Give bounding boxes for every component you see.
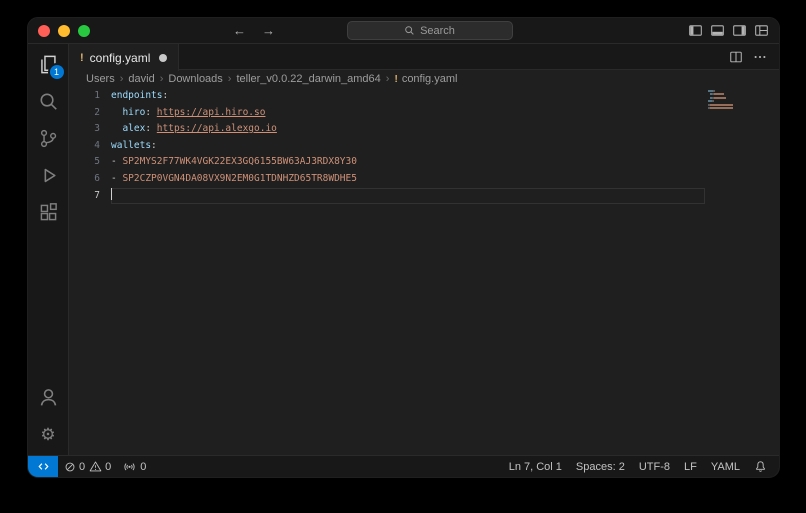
line-number: 7 [94, 189, 100, 201]
indentation-setting[interactable]: Spaces: 2 [569, 456, 632, 477]
sidebar-item-search[interactable] [28, 83, 69, 120]
editor-actions [729, 44, 779, 69]
language-mode[interactable]: YAML [704, 456, 747, 477]
breadcrumb-item[interactable]: david [128, 73, 154, 85]
tab-config-yaml[interactable]: ! config.yaml [69, 44, 180, 71]
toggle-sidebar-button[interactable] [688, 23, 703, 38]
close-window-button[interactable] [38, 24, 50, 37]
activity-bar: 1 ⚙ [28, 44, 69, 455]
code-line[interactable]: alex: https://api.alexgo.io [111, 121, 705, 138]
breadcrumb-item[interactable]: Downloads [168, 73, 222, 85]
line-number: 5 [94, 156, 100, 168]
chevron-right-icon: › [385, 73, 390, 85]
account-button[interactable] [28, 379, 69, 416]
editor-group: ! config.yaml Users › david › Downloads … [69, 44, 779, 455]
more-actions-button[interactable] [753, 50, 767, 64]
text-cursor [111, 187, 112, 200]
code-line[interactable]: endpoints: [111, 88, 705, 105]
warnings-group: 0 [89, 460, 111, 473]
search-icon [38, 91, 59, 112]
code-editor: 1 2 3 4 5 6 7 endpoints: hiro: https://api.hir… [69, 88, 779, 455]
account-icon [38, 387, 59, 408]
radio-tower-icon [123, 460, 136, 473]
split-editor-button[interactable] [729, 50, 743, 64]
error-count: 0 [79, 460, 86, 473]
ports-count: 0 [140, 460, 147, 473]
code-line[interactable]: wallets: [111, 138, 705, 155]
back-button[interactable]: ← [233, 23, 246, 38]
code-line[interactable]: - SP2MYS2F77WK4VGK22EX3GQ6155BW63AJ3RDX8… [111, 154, 705, 171]
encoding-setting[interactable]: UTF-8 [632, 456, 677, 477]
chevron-right-icon: › [119, 73, 124, 85]
zoom-window-button[interactable] [78, 24, 90, 37]
code-line[interactable]: hiro: https://api.hiro.so [111, 105, 705, 122]
explorer-badge: 1 [49, 65, 64, 79]
forward-button[interactable]: → [262, 23, 275, 38]
sidebar-item-extensions[interactable] [28, 194, 69, 231]
warning-icon [89, 460, 102, 473]
sidebar-item-run-debug[interactable] [28, 157, 69, 194]
vscode-window: ← → Search 1 ⚙ ! config.yaml Users › dav… [27, 17, 780, 478]
run-debug-icon [38, 165, 59, 186]
source-control-icon [38, 128, 59, 149]
tab-label: config.yaml [89, 50, 151, 65]
code-line[interactable]: - SP2CZP0VGN4DA08VX9N2EM0G1TDNHZD65TR8WD… [111, 171, 705, 188]
layout-controls [688, 18, 769, 43]
bell-icon [754, 460, 767, 473]
gear-icon: ⚙ [40, 425, 56, 444]
gutter: 1 2 3 4 5 6 7 [69, 88, 109, 455]
traffic-lights [28, 24, 90, 37]
minimize-window-button[interactable] [58, 24, 70, 37]
yaml-file-icon: ! [394, 73, 398, 85]
code-lines[interactable]: endpoints: hiro: https://api.hiro.so ale… [109, 88, 705, 455]
breadcrumb-file[interactable]: ! config.yaml [394, 73, 457, 85]
code-line[interactable] [111, 187, 705, 205]
error-icon [64, 461, 76, 473]
tab-modified-dot[interactable] [159, 53, 168, 62]
titlebar: ← → Search [28, 18, 779, 44]
breadcrumb-file-label: config.yaml [401, 73, 458, 85]
sidebar-item-source-control[interactable] [28, 120, 69, 157]
minimap[interactable] [705, 88, 779, 455]
workbench: 1 ⚙ ! config.yaml Users › david › Downlo… [28, 44, 779, 455]
line-number: 1 [94, 90, 100, 101]
extensions-icon [38, 202, 59, 223]
yaml-file-icon: ! [80, 51, 84, 64]
customize-layout-button[interactable] [754, 23, 769, 38]
chevron-right-icon: › [159, 73, 164, 85]
search-icon [404, 25, 415, 36]
line-number: 4 [94, 139, 100, 151]
ports-button[interactable]: 0 [117, 456, 152, 477]
settings-button[interactable]: ⚙ [28, 416, 69, 453]
problems-button[interactable]: 0 0 [58, 456, 117, 477]
errors-group: 0 [64, 461, 85, 473]
remote-indicator[interactable] [28, 456, 58, 477]
search-input[interactable]: Search [346, 21, 513, 40]
toggle-panel-button[interactable] [710, 23, 725, 38]
line-number: 6 [94, 172, 100, 184]
cursor-position[interactable]: Ln 7, Col 1 [502, 456, 569, 477]
notifications-button[interactable] [747, 456, 774, 477]
history-nav: ← → [233, 18, 275, 43]
line-number: 2 [94, 106, 100, 118]
breadcrumb: Users › david › Downloads › teller_v0.0.… [69, 70, 779, 88]
eol-setting[interactable]: LF [677, 456, 704, 477]
remote-icon [37, 460, 50, 473]
chevron-right-icon: › [227, 73, 232, 85]
status-bar: 0 0 0 Ln 7, Col 1 Spaces: 2 UTF-8 LF YAM… [28, 455, 779, 477]
breadcrumb-item[interactable]: Users [86, 73, 115, 85]
minimap-lines [708, 90, 779, 112]
toggle-secondary-sidebar-button[interactable] [732, 23, 747, 38]
tab-bar: ! config.yaml [69, 44, 779, 71]
breadcrumb-item[interactable]: teller_v0.0.22_darwin_amd64 [236, 73, 380, 85]
line-number: 3 [94, 123, 100, 135]
status-bar-right: Ln 7, Col 1 Spaces: 2 UTF-8 LF YAML [502, 456, 779, 477]
search-label: Search [420, 24, 455, 37]
sidebar-item-explorer[interactable]: 1 [28, 46, 69, 83]
warning-count: 0 [105, 460, 112, 473]
